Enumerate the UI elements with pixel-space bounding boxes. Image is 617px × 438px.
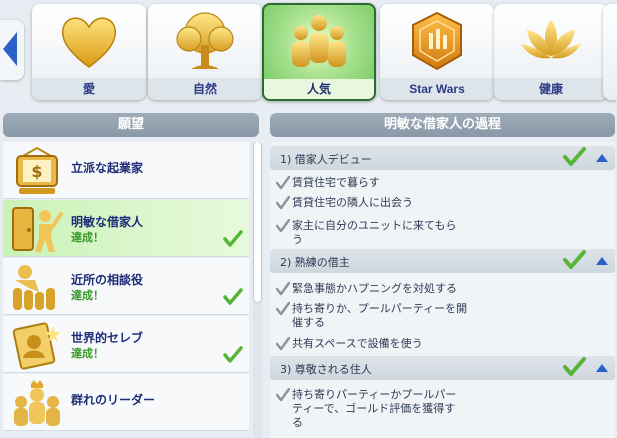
- goal-check-icon: [276, 388, 290, 402]
- goal-check-icon: [276, 337, 290, 351]
- checkmark-icon: [563, 357, 586, 376]
- checkmark-icon: [223, 288, 243, 305]
- aspiration-status: 達成！: [71, 289, 104, 302]
- aspiration-name: 世界的セレブ: [71, 331, 144, 345]
- celebrity-icon: [12, 322, 61, 370]
- aspiration-item-neighborhood-confidante[interactable]: 近所の相談役 達成！: [3, 258, 249, 315]
- aspiration-item-world-famous-celebrity[interactable]: 世界的セレブ 達成！: [3, 316, 249, 373]
- aspiration-item-entrepreneur[interactable]: $ 立派な起業家: [3, 142, 249, 199]
- goal-item: 持ち寄りパーティーかプールパーティーで、ゴールド評価を獲得する: [276, 388, 466, 430]
- category-label: 人気: [264, 79, 374, 99]
- goal-check-icon: [276, 219, 290, 233]
- category-label: 愛: [32, 78, 146, 100]
- aspiration-list: $ 立派な起業家 明敏な借家人 達成！ 近所の相談役 達成！ 世界的セレブ 達成…: [3, 142, 263, 438]
- category-tile-star-wars[interactable]: Star Wars: [380, 4, 494, 100]
- tenant-icon: [12, 207, 63, 252]
- leader-of-pack-icon: [14, 380, 60, 426]
- goal-item: 賃貸住宅の隣人に出会う: [276, 196, 476, 210]
- aspiration-name: 近所の相談役: [71, 273, 144, 287]
- category-label: Star Wars: [380, 78, 494, 100]
- chevron-left-icon: [3, 32, 17, 66]
- goal-check-icon: [276, 176, 290, 190]
- collapse-caret-icon[interactable]: [596, 154, 608, 162]
- lotus-icon: [494, 4, 608, 78]
- aspiration-scrollbar[interactable]: [253, 142, 262, 438]
- goal-item: 共有スペースで設備を使う: [276, 337, 476, 351]
- milestone-header[interactable]: 1) 借家人デビュー: [270, 146, 615, 170]
- svg-text:$: $: [31, 162, 42, 181]
- collapse-caret-icon[interactable]: [596, 364, 608, 372]
- neighborhood-confidante-icon: [13, 265, 55, 310]
- aspiration-name: 立派な起業家: [71, 161, 144, 175]
- milestone-title: 2) 熟練の借主: [280, 256, 350, 269]
- category-tile-nature[interactable]: 自然: [148, 4, 262, 100]
- milestone-header[interactable]: 3) 尊敬される住人: [270, 356, 615, 380]
- goal-item: 緊急事態かハプニングを対処する: [276, 282, 476, 296]
- tree-icon: [148, 4, 262, 78]
- aspiration-status: 達成！: [71, 347, 104, 360]
- category-tile-popularity[interactable]: 人気: [262, 3, 376, 101]
- category-tile-next-partial[interactable]: [603, 4, 617, 100]
- checkmark-icon: [223, 346, 243, 363]
- star-wars-badge-icon: [380, 4, 494, 78]
- category-label: 健康: [494, 78, 608, 100]
- people-icon: [264, 5, 374, 79]
- category-tile-love[interactable]: 愛: [32, 4, 146, 100]
- milestone-title: 3) 尊敬される住人: [280, 363, 372, 376]
- milestone-title: 1) 借家人デビュー: [280, 153, 372, 166]
- aspiration-item-leader-of-the-pack[interactable]: 群れのリーダー: [3, 374, 249, 431]
- checkmark-icon: [563, 250, 586, 269]
- category-tile-wellness[interactable]: 健康: [494, 4, 608, 100]
- goal-check-icon: [276, 196, 290, 210]
- milestone-detail: 1) 借家人デビュー 賃貸住宅で暮らす 賃貸住宅の隣人に出会う 家主に自分のユニ…: [270, 142, 615, 438]
- collapse-caret-icon[interactable]: [596, 257, 608, 265]
- aspiration-name: 明敏な借家人: [71, 215, 144, 229]
- checkmark-icon: [563, 147, 586, 166]
- milestone-panel-header: 明敏な借家人の過程: [270, 113, 615, 137]
- scroll-left-button[interactable]: [0, 20, 24, 80]
- checkmark-icon: [223, 230, 243, 247]
- category-strip: 愛 自然 人気 Star Wars 健康: [0, 0, 617, 108]
- aspiration-item-savvy-tenant[interactable]: 明敏な借家人 達成！: [3, 200, 249, 257]
- category-label: 自然: [148, 78, 262, 100]
- goal-item: 賃貸住宅で暮らす: [276, 176, 476, 190]
- goal-item: 家主に自分のユニットに来てもらう: [276, 219, 464, 247]
- scrollbar-thumb[interactable]: [254, 142, 261, 302]
- heart-icon: [32, 4, 146, 78]
- milestone-header[interactable]: 2) 熟練の借主: [270, 249, 615, 273]
- goal-item: 持ち寄りか、プールパーティーを開催する: [276, 302, 476, 330]
- goal-check-icon: [276, 282, 290, 296]
- aspiration-name: 群れのリーダー: [71, 393, 156, 407]
- entrepreneur-icon: $: [16, 146, 58, 194]
- aspiration-status: 達成！: [71, 231, 104, 244]
- aspirations-header: 願望: [3, 113, 259, 137]
- goal-check-icon: [276, 302, 290, 316]
